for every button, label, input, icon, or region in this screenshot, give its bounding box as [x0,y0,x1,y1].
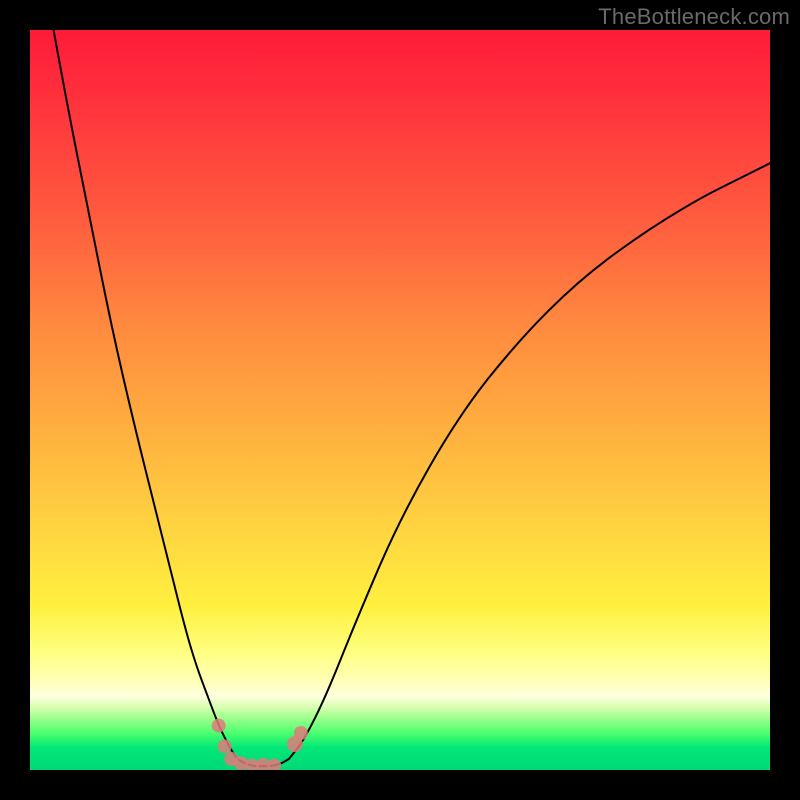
watermark-text: TheBottleneck.com [598,4,790,30]
curve-marker [294,726,308,740]
curve-marker [218,739,232,753]
bottleneck-curve [52,30,770,766]
curve-svg [30,30,770,770]
plot-area [30,30,770,770]
curve-markers [212,719,308,770]
chart-root: TheBottleneck.com [0,0,800,800]
curve-marker [212,719,226,733]
curve-marker [267,759,281,770]
